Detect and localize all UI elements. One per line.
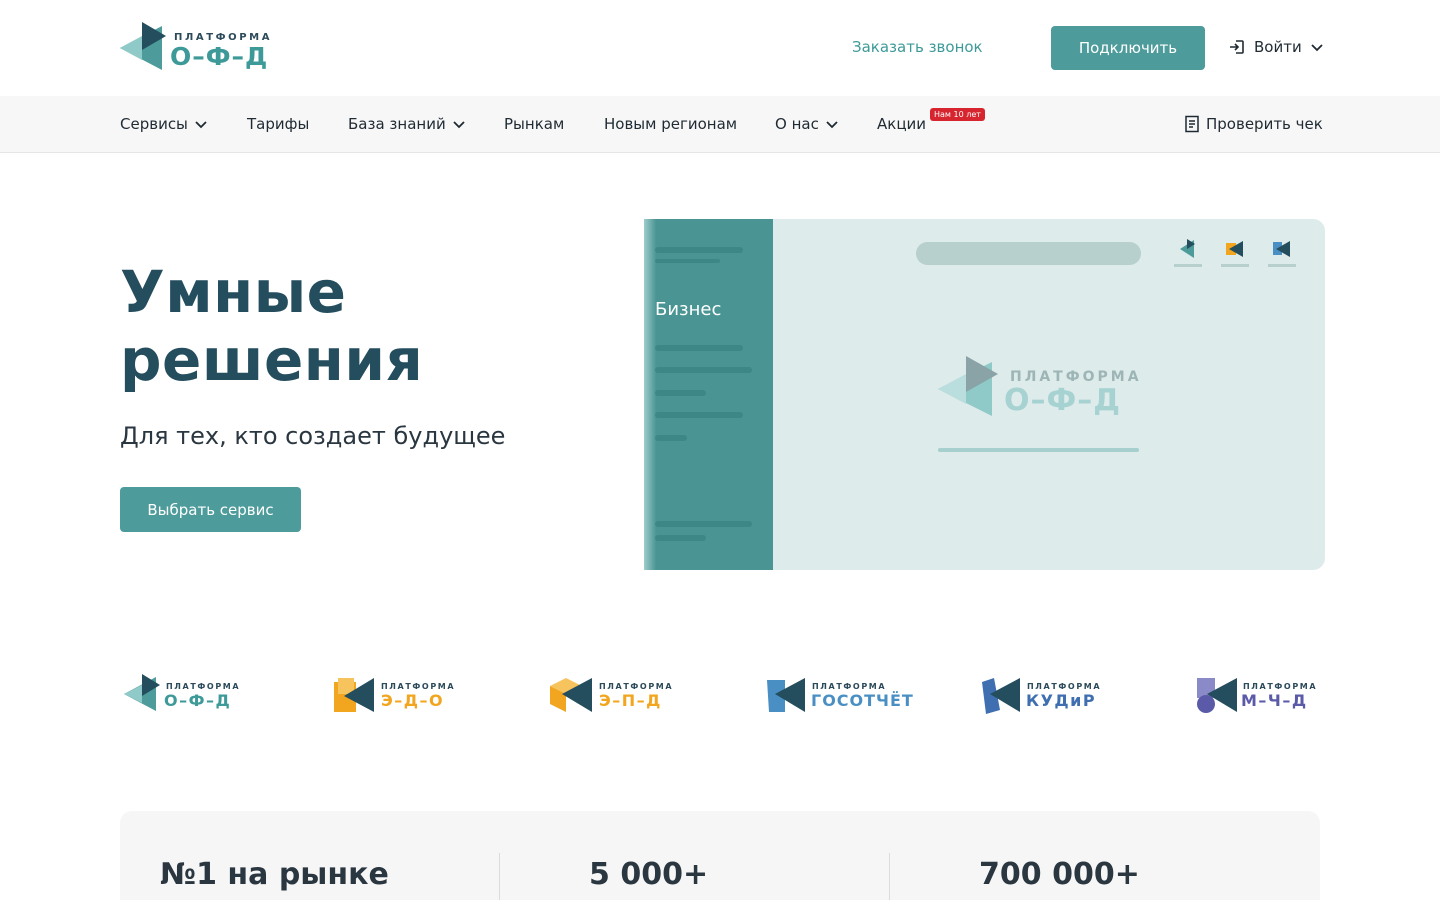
login-label: Войти <box>1254 38 1302 56</box>
hero-title-line: решения <box>120 326 424 394</box>
partner-main-text: КУДиР <box>1026 691 1097 710</box>
gosotchet-logo-icon <box>767 678 805 712</box>
partner-main-text: Э–Д–О <box>381 691 445 710</box>
ofd-logo-icon <box>124 674 160 711</box>
edo-logo-icon <box>334 678 374 712</box>
partner-main-text: ГОСОТЧЁТ <box>811 691 914 710</box>
partner-top-text: ПЛАТФОРМА <box>812 682 887 691</box>
mock-progress-line <box>938 448 1139 452</box>
logo-mchd[interactable]: ПЛАТФОРМА М–Ч–Д <box>1195 674 1345 718</box>
mock-line <box>655 535 706 541</box>
nav-item-knowledge-base[interactable]: База знаний <box>348 115 466 133</box>
hero-title: Умные решения <box>120 258 423 394</box>
mock-line <box>655 390 706 396</box>
mock-line <box>655 367 752 373</box>
mock-line <box>655 435 687 441</box>
mock-search-bar <box>916 242 1141 265</box>
stat-market-rank: №1 на рынке <box>160 857 389 892</box>
partner-top-text: ПЛАТФОРМА <box>166 682 241 691</box>
mock-sidebar-label: Бизнес <box>655 299 722 320</box>
receipt-icon <box>1185 115 1199 133</box>
mock-edo-icon <box>1221 237 1249 267</box>
stat-count-2: 700 000+ <box>979 857 1140 892</box>
chevron-down-icon <box>826 121 838 129</box>
logo-main-text: О–Ф–Д <box>170 42 269 71</box>
logo-triangle-icon <box>120 22 166 70</box>
partner-main-text: Э–П–Д <box>599 691 662 710</box>
mock-logo-main-text: О–Ф–Д <box>1004 383 1121 418</box>
partner-main-text: О–Ф–Д <box>164 691 232 710</box>
mock-line <box>655 521 752 527</box>
stat-count-1: 5 000+ <box>589 857 709 892</box>
login-icon <box>1230 40 1244 54</box>
header: ПЛАТФОРМА О–Ф–Д Заказать звонок Подключи… <box>0 0 1440 96</box>
choose-service-button[interactable]: Выбрать сервис <box>120 487 301 532</box>
mock-ofd-icon <box>1174 237 1202 267</box>
main-nav: Сервисы Тарифы База знаний Рынкам Новым … <box>0 96 1440 153</box>
nav-item-promotions[interactable]: Акции <box>877 115 926 133</box>
chevron-down-icon <box>195 121 207 129</box>
stats-divider <box>889 853 890 900</box>
callback-link[interactable]: Заказать звонок <box>852 38 983 56</box>
stats-divider <box>499 853 500 900</box>
nav-item-about[interactable]: О нас <box>775 115 839 133</box>
connect-button[interactable]: Подключить <box>1051 26 1205 70</box>
kudir-logo-icon <box>982 678 1020 714</box>
chevron-down-icon <box>453 121 465 129</box>
logo-kudir[interactable]: ПЛАТФОРМА КУДиР <box>980 674 1130 718</box>
mock-line <box>655 345 743 351</box>
mock-line <box>655 247 743 253</box>
nav-item-label: Акции <box>877 115 927 133</box>
nav-item-label: Рынкам <box>504 115 565 133</box>
nav-item-label: Новым регионам <box>604 115 738 133</box>
mchd-logo-icon <box>1197 678 1237 713</box>
logo-gosotchet[interactable]: ПЛАТФОРМА ГОСОТЧЁТ <box>765 674 915 718</box>
logo-epd[interactable]: ПЛАТФОРМА Э–П–Д <box>550 674 700 718</box>
partner-top-text: ПЛАТФОРМА <box>381 682 456 691</box>
nav-item-label: База знаний <box>348 115 446 133</box>
partner-top-text: ПЛАТФОРМА <box>1243 682 1318 691</box>
mock-sidebar: Бизнес <box>644 219 773 570</box>
anniversary-badge: Нам 10 лет <box>930 108 985 121</box>
hero-title-line: Умные <box>120 258 347 326</box>
partner-top-text: ПЛАТФОРМА <box>599 682 674 691</box>
nav-item-label: О нас <box>775 115 819 133</box>
stats-panel: №1 на рынке 5 000+ 700 000+ <box>120 811 1320 900</box>
chevron-down-icon <box>1311 44 1323 52</box>
nav-item-label: Тарифы <box>247 115 310 133</box>
epd-logo-icon <box>550 678 592 712</box>
nav-item-tariffs[interactable]: Тарифы <box>247 115 309 133</box>
hero-illustration: Бизнес ПЛАТФОРМА О–Ф–Д <box>644 219 1325 570</box>
nav-item-services[interactable]: Сервисы <box>120 115 208 133</box>
logo-ofd[interactable]: ПЛАТФОРМА О–Ф–Д <box>124 674 274 718</box>
logo-edo[interactable]: ПЛАТФОРМА Э–Д–О <box>334 674 484 718</box>
site-logo[interactable]: ПЛАТФОРМА О–Ф–Д <box>120 22 280 74</box>
partner-main-text: М–Ч–Д <box>1241 691 1308 710</box>
check-receipt-label: Проверить чек <box>1206 115 1323 133</box>
mock-gos-icon <box>1268 237 1296 267</box>
check-receipt-link[interactable]: Проверить чек <box>1184 115 1323 133</box>
nav-item-markets[interactable]: Рынкам <box>504 115 564 133</box>
mock-logo-icon <box>938 356 998 416</box>
partner-top-text: ПЛАТФОРМА <box>1027 682 1102 691</box>
login-menu[interactable]: Войти <box>1228 38 1324 56</box>
mock-line <box>655 412 743 418</box>
nav-item-label: Сервисы <box>120 115 188 133</box>
nav-item-new-regions[interactable]: Новым регионам <box>604 115 737 133</box>
hero-subtitle: Для тех, кто создает будущее <box>120 422 506 450</box>
mock-line <box>655 259 720 263</box>
